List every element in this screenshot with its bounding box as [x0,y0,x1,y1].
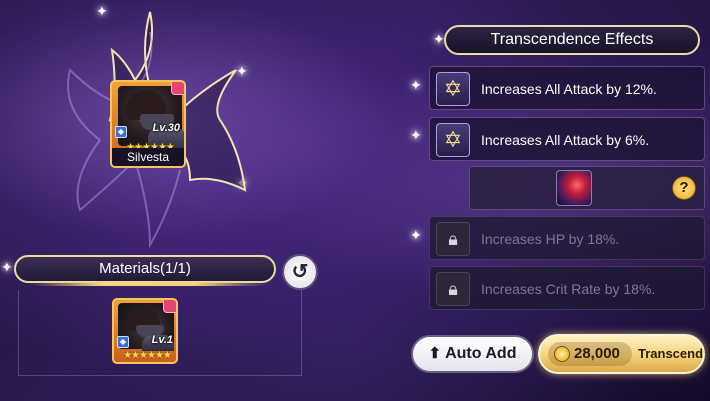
materials-header: Materials(1/1) [14,255,276,283]
effect-text: Increases HP by 18%. [481,231,620,247]
hero-level: Lv.30 [152,122,180,134]
effect-row-locked: 🔒︎ Increases Crit Rate by 18%. [429,266,705,310]
effect-row-locked: 🔒︎ Increases HP by 18%. [429,216,705,260]
hero-portrait [118,86,184,152]
game-screen: ✦ ✦ ✦ ✦ ✦ ✦ ✦ ✦ ◆ Lv.30 ★★★★★★ Silves [0,0,710,401]
materials-underline [30,282,266,286]
skill-preview-row: ? [469,166,705,210]
sparkle-decoration: ✦ [410,77,422,93]
auto-add-label: Auto Add [445,345,517,362]
cost-value: 28,000 [574,345,620,362]
star-icon: ✡ [436,72,470,106]
effect-row: ✡ Increases All Attack by 12%. [429,66,705,110]
auto-add-button[interactable]: ⬆ Auto Add [411,335,534,373]
sparkle-decoration: ✦ [433,31,445,47]
coin-icon [554,346,570,362]
sparkle-decoration: ✦ [410,127,422,143]
transcend-emblem: ◆ Lv.30 ★★★★★★ Silvesta [40,10,280,250]
material-level: Lv.1 [151,334,173,346]
materials-title: Materials(1/1) [99,260,191,277]
material-stars: ★★★★★★ [123,350,172,361]
hero-card[interactable]: ◆ Lv.30 ★★★★★★ Silvesta [110,80,186,168]
upload-icon: ⬆ [428,345,442,362]
effects-title: Transcendence Effects [444,25,700,55]
material-tag-icon [163,300,176,313]
material-class-icon: ◆ [117,336,129,348]
cost-display: 28,000 [548,342,632,366]
sparkle-decoration: ✦ [410,227,422,243]
help-button[interactable]: ? [672,176,696,200]
effect-row: ✡ Increases All Attack by 6%. [429,117,705,161]
refresh-icon: ↺ [291,261,309,283]
star-icon: ✡ [436,123,470,157]
effects-title-text: Transcendence Effects [490,31,654,48]
transcend-label: Transcend [638,346,704,361]
hero-class-icon: ◆ [115,126,127,138]
reset-button[interactable]: ↺ [282,254,318,290]
transcend-button[interactable]: 28,000 Transcend [538,334,705,374]
sparkle-decoration: ✦ [1,259,13,275]
lock-icon: 🔒︎ [436,222,470,256]
skill-icon[interactable] [556,170,592,206]
effect-text: Increases All Attack by 6%. [481,132,650,148]
lock-icon: 🔒︎ [436,272,470,306]
material-card[interactable]: ◆ Lv.1 ★★★★★★ [112,298,178,364]
hero-tag-icon [171,82,184,95]
hero-name: Silvesta [112,148,184,166]
effect-text: Increases Crit Rate by 18%. [481,281,656,297]
effect-text: Increases All Attack by 12%. [481,81,657,97]
